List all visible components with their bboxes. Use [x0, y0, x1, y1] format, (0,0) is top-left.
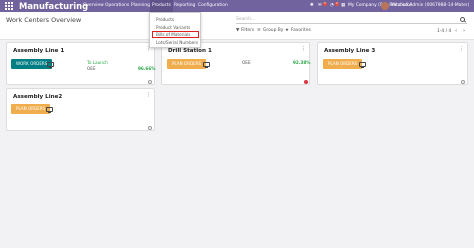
search-icon[interactable]: [460, 17, 465, 22]
status-red-dot[interactable]: [304, 80, 308, 84]
to-launch-link[interactable]: To Launch: [87, 60, 108, 65]
products-dropdown-menu: Products Product Variants Bills of Mater…: [149, 12, 201, 48]
monitor-icon[interactable]: [203, 62, 210, 68]
activity-icon[interactable]: ◔: [330, 0, 334, 12]
app-title[interactable]: Manufacturing: [19, 0, 88, 12]
monitor-icon[interactable]: [46, 107, 53, 113]
menu-item-lots-serial-numbers[interactable]: Lots/Serial Numbers: [156, 40, 198, 45]
workcenter-card[interactable]: Drill Station 1 ⋮ Plan Orders OEE 92.38%: [161, 42, 310, 85]
workcenter-card[interactable]: Assembly Line 3 ⋮ Plan Orders: [317, 42, 468, 85]
filter-icon[interactable]: ▼: [236, 28, 239, 33]
search-placeholder: Search...: [236, 17, 256, 22]
star-icon[interactable]: ★: [285, 28, 289, 33]
group-by-button[interactable]: Group By: [263, 28, 283, 33]
oee-value: 96.66%: [138, 66, 156, 71]
pager-value[interactable]: 1-4 / 4: [437, 29, 451, 34]
nav-products[interactable]: Products: [150, 0, 173, 12]
group-by-icon[interactable]: ≡: [257, 28, 261, 33]
top-navbar: Manufacturing Overview Operations Planni…: [0, 0, 474, 12]
menu-item-bills-of-materials[interactable]: Bills of Materials: [156, 32, 190, 37]
breadcrumb: Work Centers Overview: [6, 16, 82, 24]
menu-item-products[interactable]: Products: [156, 17, 174, 22]
kebab-menu-icon[interactable]: ⋮: [459, 46, 464, 52]
nav-configuration[interactable]: Configuration: [196, 0, 230, 12]
card-title: Assembly Line 3: [324, 48, 376, 54]
chat-icon[interactable]: ✉: [318, 0, 322, 12]
workcenter-card[interactable]: Assembly Line2 ⋮ Plan Orders: [6, 88, 155, 131]
chat-count-badge: 5: [323, 2, 327, 6]
card-title: Assembly Line 1: [13, 48, 65, 54]
nav-overview[interactable]: Overview: [81, 0, 106, 12]
monitor-icon[interactable]: [359, 62, 366, 68]
user-avatar[interactable]: [381, 2, 389, 10]
nav-reporting[interactable]: Reporting: [172, 0, 197, 12]
favorites-button[interactable]: Favorites: [291, 28, 311, 33]
company-icon: ▦: [341, 3, 346, 8]
oee-value: 92.38%: [293, 60, 311, 65]
oee-label: OEE: [87, 66, 96, 71]
control-panel: Work Centers Overview Search...: [0, 12, 474, 40]
oee-label: OEE: [242, 60, 251, 65]
clock-icon: [461, 80, 465, 84]
bug-icon[interactable]: ✱: [310, 0, 314, 12]
search-input[interactable]: Search...: [236, 16, 467, 24]
filters-button[interactable]: Filters: [241, 28, 254, 33]
activity-count-badge: 2: [335, 2, 339, 6]
plan-orders-button[interactable]: Plan Orders: [11, 104, 51, 114]
card-title: Assembly Line2: [13, 94, 63, 100]
plan-orders-button[interactable]: Plan Orders: [167, 59, 207, 69]
kebab-menu-icon[interactable]: ⋮: [301, 46, 306, 52]
card-title: Drill Station 1: [168, 48, 212, 54]
clock-icon: [148, 80, 152, 84]
user-menu[interactable]: Mitchell Admin (0067988-14-Mater): [391, 0, 469, 12]
menu-item-product-variants[interactable]: Product Variants: [156, 25, 190, 30]
kebab-menu-icon[interactable]: ⋮: [146, 92, 151, 98]
workcenter-card[interactable]: Assembly Line 1 ⋮ Work Orders To Launch …: [6, 42, 155, 85]
pager-next-icon[interactable]: ›: [463, 28, 465, 34]
nav-planning[interactable]: Planning: [129, 0, 152, 12]
nav-operations[interactable]: Operations: [103, 0, 131, 12]
plan-orders-button[interactable]: Plan Orders: [323, 59, 363, 69]
apps-grid-icon[interactable]: [5, 2, 13, 10]
pager-prev-icon[interactable]: ‹: [455, 28, 457, 34]
monitor-icon[interactable]: [47, 62, 54, 68]
clock-icon: [148, 126, 152, 130]
